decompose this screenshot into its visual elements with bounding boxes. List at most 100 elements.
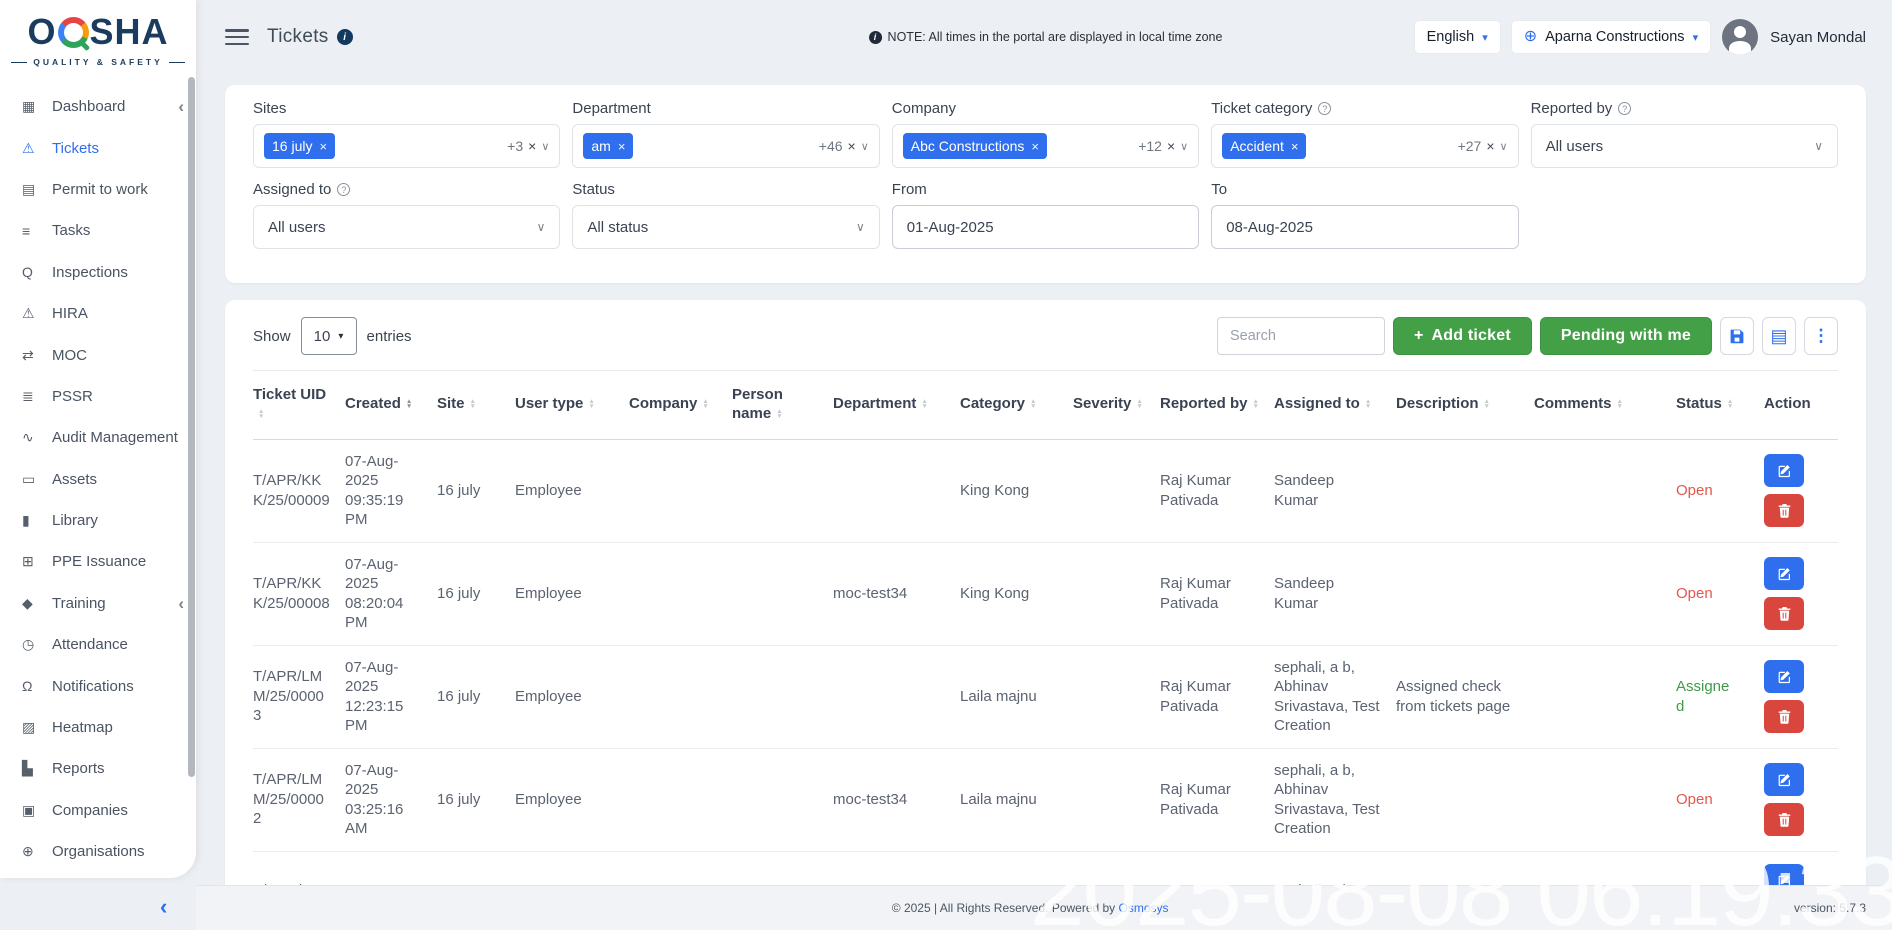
- caret-down-icon[interactable]: ∨: [861, 140, 869, 153]
- column-header-created[interactable]: Created▲▼: [345, 371, 437, 439]
- sort-icon[interactable]: ▲▼: [1727, 399, 1733, 409]
- sidebar-item-ppe-issuance[interactable]: ⊞PPE Issuance: [0, 541, 196, 582]
- sidebar-scrollbar[interactable]: [188, 77, 195, 777]
- sidebar-item-moc[interactable]: ⇄MOC: [0, 334, 196, 375]
- search-input[interactable]: [1217, 317, 1385, 355]
- column-header-company[interactable]: Company▲▼: [629, 371, 732, 439]
- assigned-to-select[interactable]: All users ∨: [253, 205, 560, 249]
- sidebar-item-companies[interactable]: ▣Companies: [0, 790, 196, 831]
- sidebar-item-assets[interactable]: ▭Assets: [0, 459, 196, 500]
- sort-icon[interactable]: ▲▼: [1136, 399, 1142, 409]
- sidebar-item-pssr[interactable]: ≣PSSR: [0, 376, 196, 417]
- sidebar-item-tickets[interactable]: ⚠Tickets: [0, 127, 196, 168]
- chip-close-icon[interactable]: ×: [1031, 140, 1039, 153]
- from-date-input[interactable]: [892, 205, 1199, 249]
- department-multiselect[interactable]: am× +46×∨: [572, 124, 879, 168]
- more-count[interactable]: +27: [1458, 138, 1482, 154]
- more-count[interactable]: +12: [1138, 138, 1162, 154]
- edit-ticket-button[interactable]: [1764, 557, 1804, 590]
- column-header-comments[interactable]: Comments▲▼: [1534, 371, 1676, 439]
- pending-with-me-button[interactable]: Pending with me: [1540, 317, 1712, 355]
- osmosys-link[interactable]: Osmosys: [1119, 901, 1169, 915]
- sort-icon[interactable]: ▲▼: [702, 399, 708, 409]
- chip-close-icon[interactable]: ×: [319, 140, 327, 153]
- status-select[interactable]: All status ∨: [572, 205, 879, 249]
- more-options-button[interactable]: ⋮: [1804, 317, 1838, 355]
- sidebar-item-audit-management[interactable]: ∿Audit Management: [0, 417, 196, 458]
- sidebar-item-inspections[interactable]: QInspections: [0, 252, 196, 293]
- column-header-category[interactable]: Category▲▼: [960, 371, 1073, 439]
- sort-icon[interactable]: ▲▼: [470, 399, 476, 409]
- sidebar-item-hira[interactable]: ⚠HIRA: [0, 293, 196, 334]
- delete-ticket-button[interactable]: [1764, 803, 1804, 836]
- reported-by-select[interactable]: All users ∨: [1531, 124, 1838, 168]
- column-header-ticket-uid[interactable]: Ticket UID▲▼: [253, 371, 345, 439]
- more-count[interactable]: +46: [819, 138, 843, 154]
- user-avatar[interactable]: [1722, 19, 1758, 55]
- sort-icon[interactable]: ▲▼: [258, 409, 264, 419]
- more-count[interactable]: +3: [507, 138, 523, 154]
- sidebar-item-attendance[interactable]: ◷Attendance: [0, 624, 196, 665]
- sort-icon[interactable]: ▲▼: [921, 399, 927, 409]
- sidebar-item-tasks[interactable]: ≡Tasks: [0, 210, 196, 251]
- sidebar-item-reports[interactable]: ▙Reports: [0, 748, 196, 789]
- sidebar-item-training[interactable]: ◆Training‹: [0, 583, 196, 624]
- clear-all-icon[interactable]: ×: [1167, 138, 1175, 154]
- sort-icon[interactable]: ▲▼: [1617, 399, 1623, 409]
- column-header-status[interactable]: Status▲▼: [1676, 371, 1764, 439]
- page-size-select[interactable]: 10 ▾: [301, 317, 357, 355]
- sidebar-item-permit-to-work[interactable]: ▤Permit to work: [0, 169, 196, 210]
- chip-close-icon[interactable]: ×: [1291, 140, 1299, 153]
- sidebar-item-library[interactable]: ▮Library: [0, 500, 196, 541]
- sidebar-item-organisations[interactable]: ⊕Organisations: [0, 831, 196, 872]
- add-ticket-button[interactable]: + Add ticket: [1393, 317, 1532, 355]
- ticket-category-multiselect[interactable]: Accident× +27×∨: [1211, 124, 1518, 168]
- delete-ticket-button[interactable]: [1764, 597, 1804, 630]
- column-header-user-type[interactable]: User type▲▼: [515, 371, 629, 439]
- help-icon[interactable]: ?: [1318, 102, 1331, 115]
- sort-icon[interactable]: ▲▼: [1030, 399, 1036, 409]
- language-dropdown[interactable]: English ▾: [1415, 21, 1500, 53]
- column-header-description[interactable]: Description▲▼: [1396, 371, 1534, 439]
- delete-ticket-button[interactable]: [1764, 700, 1804, 733]
- to-date-input[interactable]: [1211, 205, 1518, 249]
- edit-ticket-button[interactable]: [1764, 763, 1804, 796]
- clear-all-icon[interactable]: ×: [528, 138, 536, 154]
- column-header-severity[interactable]: Severity▲▼: [1073, 371, 1160, 439]
- help-icon[interactable]: ?: [1618, 102, 1631, 115]
- sort-icon[interactable]: ▲▼: [406, 399, 412, 409]
- sidebar-item-heatmap[interactable]: ▨Heatmap: [0, 707, 196, 748]
- export-save-button[interactable]: [1720, 317, 1754, 355]
- sort-icon[interactable]: ▲▼: [1365, 399, 1371, 409]
- sidebar-item-dashboard[interactable]: ▦Dashboard‹: [0, 86, 196, 127]
- sort-icon[interactable]: ▲▼: [1253, 399, 1259, 409]
- clear-all-icon[interactable]: ×: [1486, 138, 1494, 154]
- column-header-reported-by[interactable]: Reported by▲▼: [1160, 371, 1274, 439]
- chevron-left-icon[interactable]: ‹: [178, 98, 184, 115]
- column-header-assigned-to[interactable]: Assigned to▲▼: [1274, 371, 1396, 439]
- chevron-left-icon[interactable]: ‹: [178, 595, 184, 612]
- chip-close-icon[interactable]: ×: [618, 140, 626, 153]
- organisation-dropdown[interactable]: ⊕ Aparna Constructions ▾: [1512, 21, 1710, 53]
- info-icon[interactable]: i: [337, 29, 353, 45]
- sidebar-collapse-button[interactable]: ‹: [160, 896, 167, 918]
- sidebar-item-notifications[interactable]: ΩNotifications: [0, 665, 196, 706]
- caret-down-icon[interactable]: ∨: [1180, 140, 1188, 153]
- caret-down-icon[interactable]: ∨: [541, 140, 549, 153]
- company-multiselect[interactable]: Abc Constructions× +12×∨: [892, 124, 1199, 168]
- sort-icon[interactable]: ▲▼: [776, 409, 782, 419]
- column-header-site[interactable]: Site▲▼: [437, 371, 515, 439]
- menu-toggle-icon[interactable]: [225, 29, 249, 45]
- table-view-button[interactable]: ▤: [1762, 317, 1796, 355]
- clear-all-icon[interactable]: ×: [848, 138, 856, 154]
- edit-ticket-button[interactable]: [1764, 454, 1804, 487]
- caret-down-icon[interactable]: ∨: [1500, 140, 1508, 153]
- sort-icon[interactable]: ▲▼: [1484, 399, 1490, 409]
- column-header-person-name[interactable]: Person name▲▼: [732, 371, 833, 439]
- delete-ticket-button[interactable]: [1764, 494, 1804, 527]
- column-header-department[interactable]: Department▲▼: [833, 371, 960, 439]
- help-icon[interactable]: ?: [337, 183, 350, 196]
- sort-icon[interactable]: ▲▼: [588, 399, 594, 409]
- edit-ticket-button[interactable]: [1764, 864, 1804, 886]
- sites-multiselect[interactable]: 16 july× +3×∨: [253, 124, 560, 168]
